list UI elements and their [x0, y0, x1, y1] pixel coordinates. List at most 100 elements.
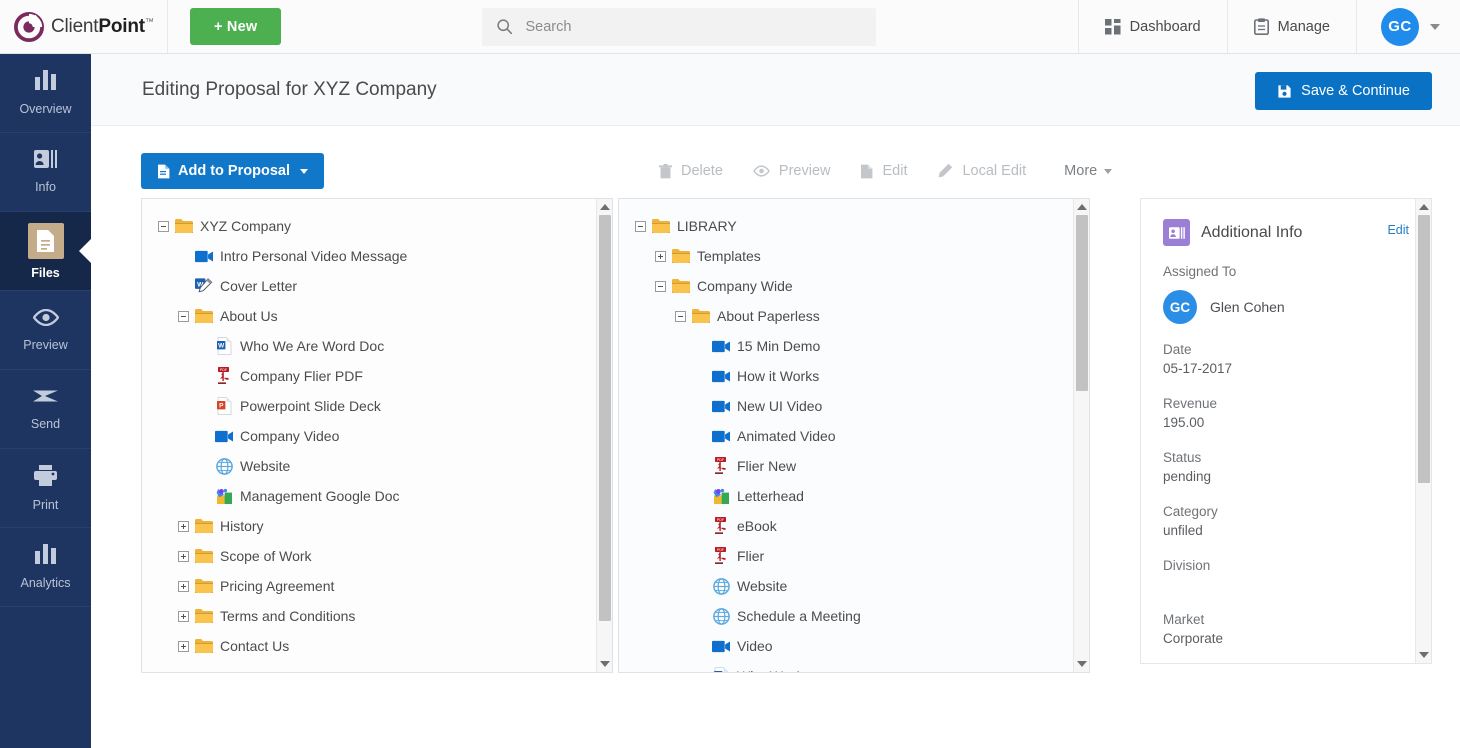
proposal-tree-scrollbar[interactable] — [596, 199, 612, 672]
info-field-date: Date05-17-2017 — [1163, 342, 1409, 378]
expand-toggle-icon[interactable] — [178, 641, 189, 652]
more-menu-button[interactable]: More — [1064, 163, 1112, 179]
scroll-down-button[interactable] — [1074, 656, 1090, 672]
sidebar-item-send[interactable]: Send — [0, 370, 91, 449]
scroll-down-button[interactable] — [1416, 647, 1432, 663]
tree-node[interactable]: Website — [142, 451, 612, 481]
expand-toggle-icon[interactable] — [178, 611, 189, 622]
collapse-toggle-icon[interactable] — [635, 221, 646, 232]
tree-node[interactable]: PDFCompany Flier PDF — [142, 361, 612, 391]
scroll-up-button[interactable] — [1074, 199, 1090, 215]
folder-icon — [672, 277, 690, 295]
local-edit-action[interactable]: Local Edit — [937, 163, 1026, 179]
document-icon — [157, 164, 170, 179]
triangle-up-icon — [1419, 204, 1429, 210]
tree-node[interactable]: PDFFlier New — [619, 451, 1089, 481]
chevron-down-icon — [1104, 169, 1112, 174]
sidebar-item-preview[interactable]: Preview — [0, 291, 91, 370]
tree-node[interactable]: PDFeBook — [619, 511, 1089, 541]
tree-node[interactable]: Terms and Conditions — [142, 601, 612, 631]
folder-icon — [195, 577, 213, 595]
bar-chart-icon — [35, 544, 57, 569]
search-input[interactable] — [525, 19, 862, 35]
delete-action[interactable]: Delete — [659, 163, 723, 179]
scroll-down-button[interactable] — [597, 656, 613, 672]
scrollbar-thumb[interactable] — [1418, 215, 1430, 483]
search-box[interactable] — [482, 8, 876, 46]
info-field-value: unfiled — [1163, 523, 1409, 540]
additional-info-edit-link[interactable]: Edit — [1387, 223, 1409, 237]
expand-toggle-icon[interactable] — [655, 251, 666, 262]
tree-node[interactable]: About Us — [142, 301, 612, 331]
triangle-up-icon — [1077, 204, 1087, 210]
scroll-up-button[interactable] — [597, 199, 613, 215]
word-icon: W — [712, 667, 730, 673]
tree-node[interactable]: Scope of Work — [142, 541, 612, 571]
chevron-down-icon — [1430, 24, 1440, 30]
tree-node-label: Contact Us — [220, 639, 289, 653]
eye-icon — [33, 309, 59, 331]
app-logo[interactable]: ClientPoint™ — [0, 0, 168, 53]
tree-node[interactable]: Pricing Agreement — [142, 571, 612, 601]
collapse-toggle-icon[interactable] — [675, 311, 686, 322]
collapse-toggle-icon[interactable] — [655, 281, 666, 292]
tree-node[interactable]: PDFFlier — [619, 541, 1089, 571]
manage-link[interactable]: Manage — [1227, 0, 1356, 53]
edit-action[interactable]: Edit — [860, 163, 907, 179]
tree-node[interactable]: How it Works — [619, 361, 1089, 391]
tree-node[interactable]: Schedule a Meeting — [619, 601, 1089, 631]
expand-toggle-icon[interactable] — [178, 581, 189, 592]
expand-toggle-icon[interactable] — [178, 521, 189, 532]
info-field-market: MarketCorporate — [1163, 612, 1409, 648]
tree-node[interactable]: Video — [619, 631, 1089, 661]
sidebar-item-overview[interactable]: Overview — [0, 54, 91, 133]
main-content: Add to Proposal Delete Preview — [91, 126, 1460, 748]
tree-node[interactable]: History — [142, 511, 612, 541]
sidebar-item-info[interactable]: Info — [0, 133, 91, 212]
sidebar-item-print[interactable]: Print — [0, 449, 91, 528]
tree-node[interactable]: About Paperless — [619, 301, 1089, 331]
collapse-toggle-icon[interactable] — [158, 221, 169, 232]
tree-node[interactable]: LIBRARY — [619, 211, 1089, 241]
tree-node[interactable]: Contact Us — [142, 631, 612, 661]
scrollbar-thumb[interactable] — [1076, 215, 1088, 391]
user-menu[interactable]: GC — [1356, 0, 1460, 53]
logo-wordmark: ClientPoint™ — [51, 16, 154, 38]
scrollbar-thumb[interactable] — [599, 215, 611, 621]
folder-icon — [175, 217, 193, 235]
tree-node[interactable]: Letterhead — [619, 481, 1089, 511]
tree-node[interactable]: PPowerpoint Slide Deck — [142, 391, 612, 421]
sidebar-item-files[interactable]: Files — [0, 212, 91, 291]
folder-icon — [195, 547, 213, 565]
preview-label: Preview — [779, 163, 831, 179]
tree-node[interactable]: XYZ Company — [142, 211, 612, 241]
sidebar-item-analytics[interactable]: Analytics — [0, 528, 91, 607]
tree-node[interactable]: Intro Personal Video Message — [142, 241, 612, 271]
tree-node[interactable]: WCover Letter — [142, 271, 612, 301]
preview-action[interactable]: Preview — [753, 163, 831, 179]
info-field-value: pending — [1163, 469, 1409, 486]
save-and-continue-button[interactable]: Save & Continue — [1255, 72, 1432, 110]
folder-icon — [652, 217, 670, 235]
collapse-toggle-icon[interactable] — [178, 311, 189, 322]
tree-node[interactable]: 15 Min Demo — [619, 331, 1089, 361]
tree-node[interactable]: Website — [619, 571, 1089, 601]
tree-node[interactable]: Company Video — [142, 421, 612, 451]
library-tree-scrollbar[interactable] — [1073, 199, 1089, 672]
new-button[interactable]: + New — [190, 8, 281, 45]
expand-toggle-icon[interactable] — [178, 551, 189, 562]
dashboard-link[interactable]: Dashboard — [1078, 0, 1227, 53]
video-icon — [712, 397, 730, 415]
document-icon — [860, 164, 873, 179]
tree-node[interactable]: WWho We Are — [619, 661, 1089, 673]
tree-node[interactable]: Templates — [619, 241, 1089, 271]
tree-node[interactable]: WWho We Are Word Doc — [142, 331, 612, 361]
scroll-up-button[interactable] — [1416, 199, 1432, 215]
tree-node[interactable]: Company Wide — [619, 271, 1089, 301]
new-button-container: + New — [168, 0, 281, 53]
additional-info-scrollbar[interactable] — [1415, 199, 1431, 663]
tree-node[interactable]: New UI Video — [619, 391, 1089, 421]
tree-node[interactable]: Management Google Doc — [142, 481, 612, 511]
add-to-proposal-button[interactable]: Add to Proposal — [141, 153, 324, 189]
tree-node[interactable]: Animated Video — [619, 421, 1089, 451]
